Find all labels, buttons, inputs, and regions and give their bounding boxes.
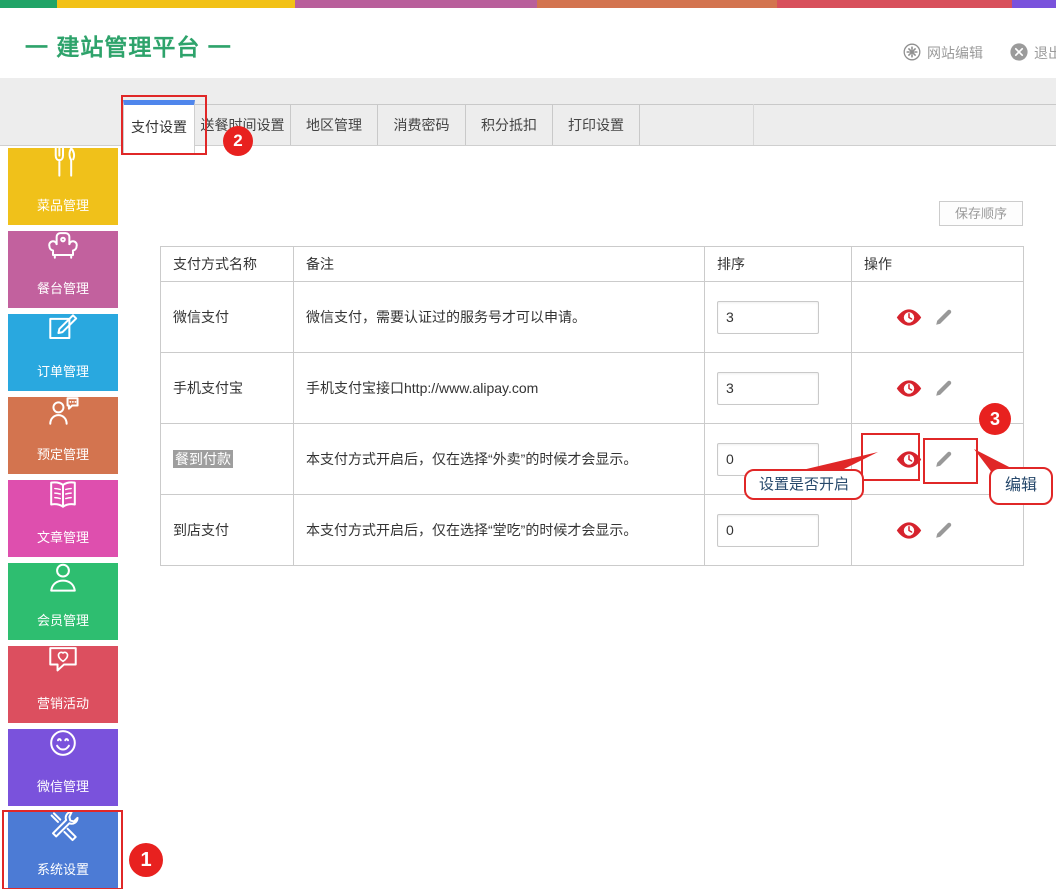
top-color-strip	[0, 0, 1056, 8]
header: 一 建站管理平台 一 网站编辑 退出	[0, 8, 1056, 78]
sort-cell	[704, 423, 852, 495]
cutlery-icon	[43, 142, 83, 195]
sidebar-item-dishes[interactable]: 菜品管理	[8, 147, 118, 225]
edit-square-icon	[43, 308, 83, 361]
logout-label: 退出	[1034, 45, 1056, 61]
book-icon	[43, 474, 83, 527]
remark-cell: 手机支付宝接口http://www.alipay.com	[293, 352, 705, 424]
sort-cell	[704, 352, 852, 424]
ops-cell	[851, 352, 1024, 424]
payment-name-cell: 手机支付宝	[160, 352, 294, 424]
top-strip-segment	[57, 0, 295, 8]
remark-cell: 微信支付，需要认证过的服务号才可以申请。	[293, 281, 705, 353]
gear-icon	[903, 43, 921, 64]
edit-pencil-icon[interactable]	[935, 451, 952, 468]
payment-name: 微信支付	[173, 309, 229, 325]
save-order-button[interactable]: 保存顺序	[939, 201, 1023, 226]
person-chat-icon	[43, 391, 83, 444]
page: 一 建站管理平台 一 网站编辑 退出 支付设置 送餐时间设置 地区管理 消费密码…	[0, 0, 1056, 889]
table-row: 到店支付 本支付方式开启后，仅在选择“堂吃”的时候才会显示。	[160, 494, 1024, 566]
edit-pencil-icon[interactable]	[935, 522, 952, 539]
toggle-eye-icon[interactable]	[896, 521, 922, 539]
top-strip-segment	[537, 0, 777, 8]
sort-input[interactable]	[717, 300, 819, 334]
sidebar-item-articles[interactable]: 文章管理	[8, 480, 118, 557]
payment-name-cell: 微信支付	[160, 281, 294, 353]
sidebar-item-label: 订单管理	[36, 364, 89, 379]
payment-name: 到店支付	[173, 522, 229, 538]
step-badge-1: 1	[129, 843, 163, 877]
sidebar-item-label: 会员管理	[36, 613, 89, 628]
toggle-eye-icon[interactable]	[896, 308, 922, 326]
column-header-sort: 排序	[704, 246, 852, 282]
sort-input[interactable]	[717, 513, 819, 547]
close-icon	[1010, 42, 1028, 64]
table-row: 手机支付宝 手机支付宝接口http://www.alipay.com	[160, 352, 1024, 424]
toggle-eye-icon[interactable]	[896, 450, 922, 468]
column-header-remark: 备注	[293, 246, 705, 282]
tab-print-settings[interactable]: 打印设置	[553, 104, 640, 145]
person-icon	[43, 557, 83, 610]
payment-name: 手机支付宝	[173, 380, 243, 396]
page-title: 一 建站管理平台 一	[25, 34, 232, 60]
armchair-icon	[43, 225, 83, 278]
tab-bar-divider	[753, 104, 754, 145]
sidebar-item-label: 餐台管理	[36, 281, 89, 296]
table-row: 微信支付 微信支付，需要认证过的服务号才可以申请。	[160, 281, 1024, 353]
table-row: 餐到付款 本支付方式开启后，仅在选择“外卖”的时候才会显示。	[160, 423, 1024, 495]
tab-delivery-time-settings[interactable]: 送餐时间设置	[195, 104, 291, 145]
sidebar-item-reservations[interactable]: 预定管理	[8, 397, 118, 474]
tab-payment-settings[interactable]: 支付设置	[123, 100, 195, 153]
tab-list: 送餐时间设置 地区管理 消费密码 积分抵扣 打印设置	[195, 104, 640, 145]
sort-input[interactable]	[717, 442, 819, 476]
sidebar-item-label: 营销活动	[36, 696, 89, 711]
site-edit-button[interactable]: 网站编辑	[903, 43, 983, 63]
sidebar-item-wechat[interactable]: 微信管理	[8, 729, 118, 806]
sidebar-item-label: 系统设置	[36, 862, 89, 877]
ops-cell	[851, 494, 1024, 566]
top-strip-segment	[1012, 0, 1056, 8]
payment-name-cell: 到店支付	[160, 494, 294, 566]
sidebar-item-label: 微信管理	[36, 779, 89, 794]
logout-button[interactable]: 退出	[1010, 42, 1056, 64]
column-header-ops: 操作	[851, 246, 1024, 282]
sort-cell	[704, 281, 852, 353]
top-strip-segment	[295, 0, 537, 8]
payment-methods-table: 支付方式名称 备注 排序 操作 微信支付 微信支付，需要认证过的服务号才可以申请…	[160, 246, 1024, 566]
sidebar-item-label: 文章管理	[36, 530, 89, 545]
ops-cell	[851, 423, 1024, 495]
payment-name-highlighted: 餐到付款	[173, 450, 233, 468]
ops-cell	[851, 281, 1024, 353]
sidebar-item-orders[interactable]: 订单管理	[8, 314, 118, 391]
sidebar-item-marketing[interactable]: 营销活动	[8, 646, 118, 723]
table-header-row: 支付方式名称 备注 排序 操作	[160, 246, 1024, 282]
heart-bubble-icon	[43, 640, 83, 693]
sidebar-item-tables[interactable]: 餐台管理	[8, 231, 118, 308]
tab-points-deduction[interactable]: 积分抵扣	[466, 104, 553, 145]
edit-pencil-icon[interactable]	[935, 380, 952, 397]
sort-input[interactable]	[717, 371, 819, 405]
smiley-icon	[43, 723, 83, 776]
payment-name-cell: 餐到付款	[160, 423, 294, 495]
toggle-eye-icon[interactable]	[896, 379, 922, 397]
tab-region-management[interactable]: 地区管理	[291, 104, 378, 145]
top-strip-segment	[0, 0, 57, 8]
site-edit-label: 网站编辑	[927, 45, 983, 61]
edit-pencil-icon[interactable]	[935, 309, 952, 326]
remark-cell: 本支付方式开启后，仅在选择“堂吃”的时候才会显示。	[293, 494, 705, 566]
sidebar-item-system-settings[interactable]: 系统设置	[8, 810, 118, 889]
top-strip-segment	[777, 0, 1012, 8]
tab-consume-password[interactable]: 消费密码	[378, 104, 466, 145]
sort-cell	[704, 494, 852, 566]
sidebar-item-label: 预定管理	[36, 447, 89, 462]
remark-cell: 本支付方式开启后，仅在选择“外卖”的时候才会显示。	[293, 423, 705, 495]
tab-bar-top-border	[635, 104, 1056, 105]
sidebar-item-label: 菜品管理	[36, 198, 89, 213]
tools-icon	[43, 806, 83, 859]
sidebar-item-members[interactable]: 会员管理	[8, 563, 118, 640]
column-header-name: 支付方式名称	[160, 246, 294, 282]
